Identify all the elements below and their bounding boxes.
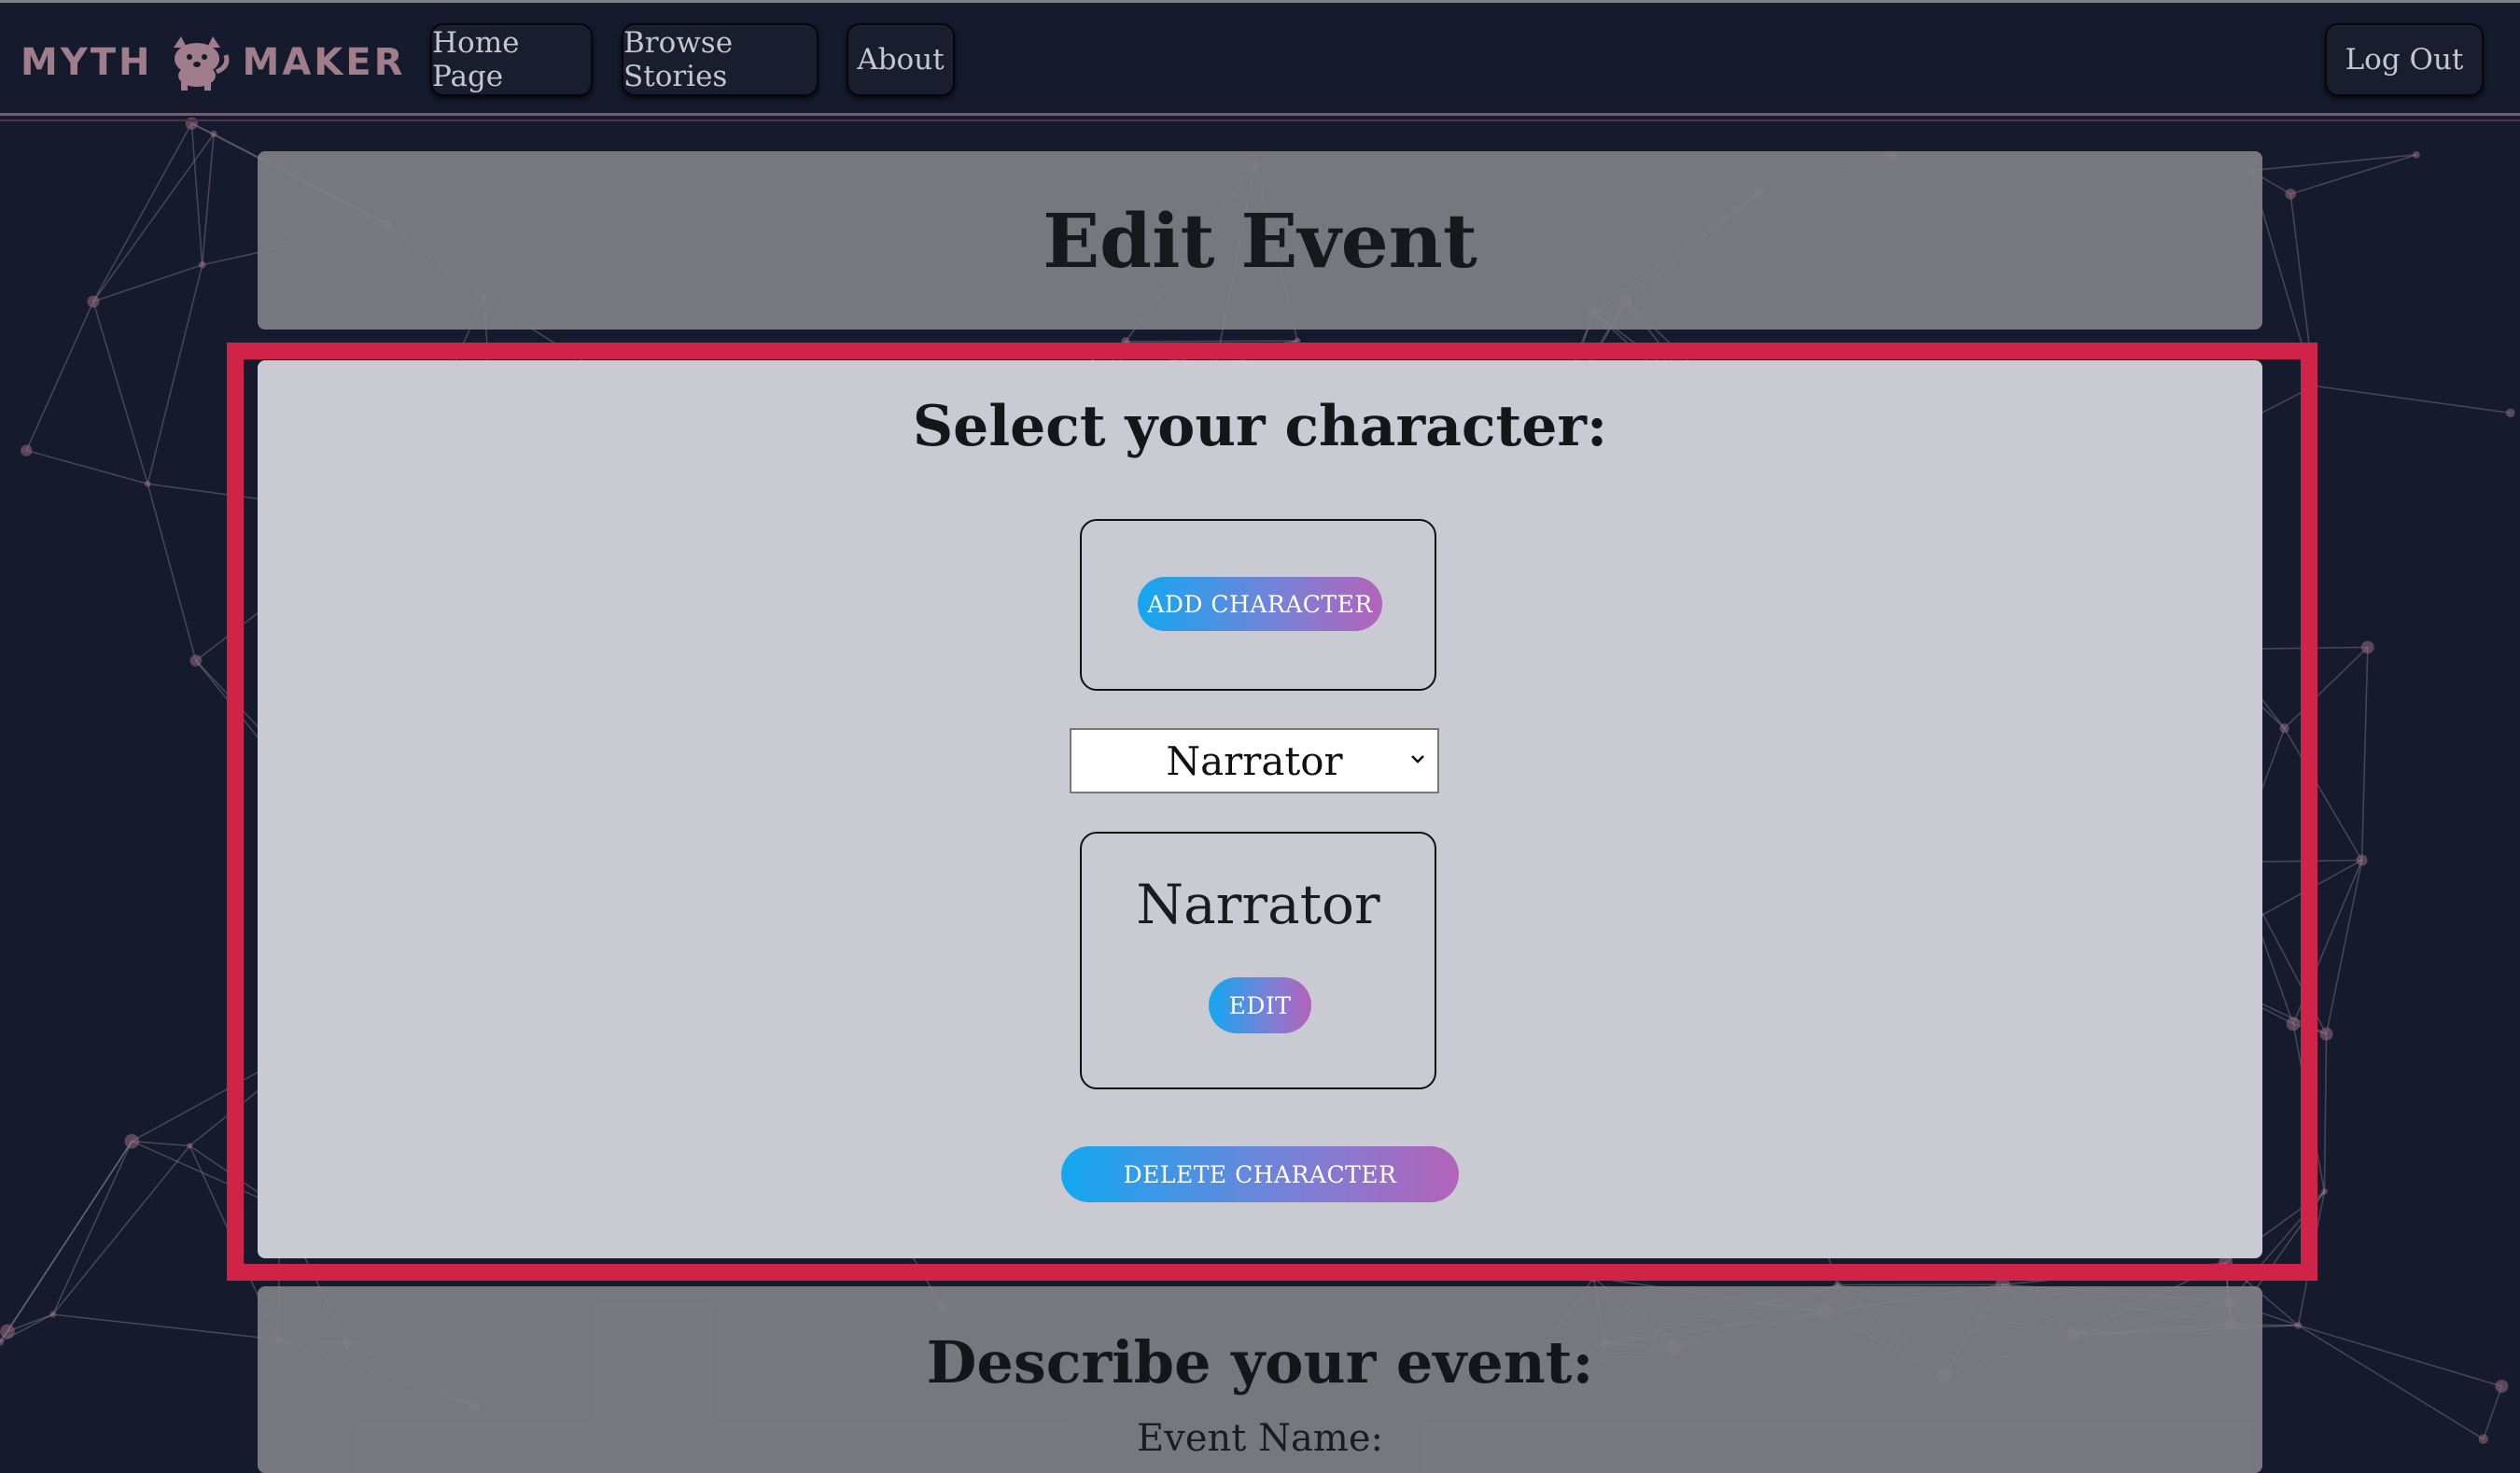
- dog-mascot-icon: [164, 35, 231, 91]
- character-selection-panel: Select your character: ADD CHARACTER Nar…: [258, 360, 2262, 1258]
- character-select[interactable]: Narrator: [1070, 728, 1439, 793]
- character-card-name: Narrator: [1082, 873, 1435, 936]
- logo-text-maker: MAKER: [243, 41, 406, 84]
- top-navbar: MYTH MAKER Home Page Browse Stories Abou…: [0, 0, 2520, 116]
- nav-browse-stories-button[interactable]: Browse Stories: [622, 23, 819, 96]
- myth-maker-logo[interactable]: MYTH MAKER: [21, 35, 405, 91]
- page-title-panel: Edit Event: [258, 151, 2262, 330]
- logo-text-myth: MYTH: [21, 41, 153, 84]
- page-title: Edit Event: [1043, 197, 1477, 285]
- select-character-heading: Select your character:: [258, 394, 2262, 459]
- add-character-button[interactable]: ADD CHARACTER: [1138, 577, 1382, 631]
- nav-about-button[interactable]: About: [847, 23, 955, 96]
- chevron-down-icon: [1407, 749, 1428, 769]
- describe-event-panel: Describe your event: Event Name:: [258, 1286, 2262, 1473]
- event-name-label: Event Name:: [258, 1417, 2262, 1460]
- character-select-value: Narrator: [1166, 738, 1342, 784]
- add-character-box: ADD CHARACTER: [1080, 519, 1436, 691]
- character-card: Narrator EDIT: [1080, 832, 1436, 1089]
- describe-event-heading: Describe your event:: [258, 1328, 2262, 1396]
- edit-character-button[interactable]: EDIT: [1209, 977, 1311, 1033]
- nav-home-button[interactable]: Home Page: [430, 23, 593, 96]
- log-out-button[interactable]: Log Out: [2325, 23, 2484, 96]
- delete-character-button[interactable]: DELETE CHARACTER: [1061, 1146, 1459, 1202]
